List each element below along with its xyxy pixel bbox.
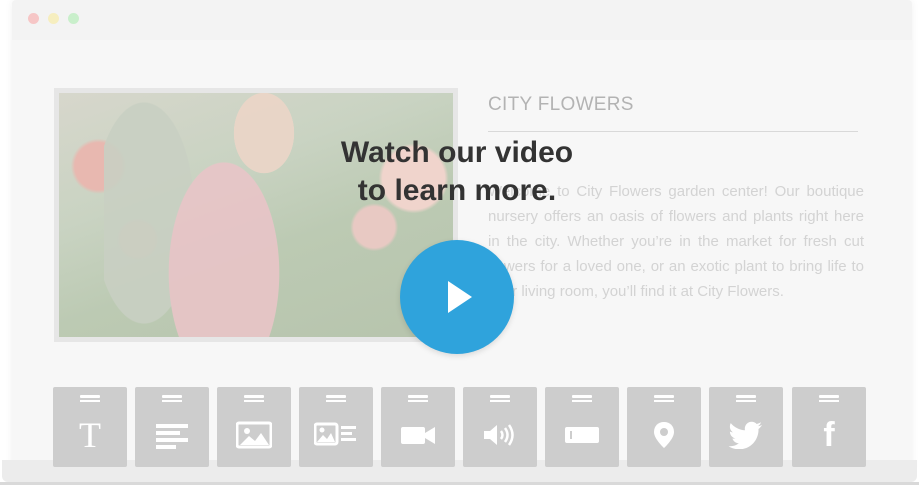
play-icon bbox=[448, 281, 472, 313]
content-title: CITY FLOWERS bbox=[488, 94, 634, 115]
audio-tile[interactable] bbox=[463, 387, 537, 467]
title-bar bbox=[12, 0, 912, 40]
video-tile[interactable] bbox=[381, 387, 455, 467]
tile-grip[interactable] bbox=[408, 395, 428, 402]
twitter-tile[interactable] bbox=[709, 387, 783, 467]
element-toolbar: T f bbox=[53, 387, 866, 467]
minimize-dot[interactable] bbox=[48, 13, 59, 24]
gardener-figures bbox=[104, 93, 324, 337]
button-icon bbox=[565, 427, 599, 443]
image-tile[interactable] bbox=[217, 387, 291, 467]
paragraph-tile[interactable] bbox=[135, 387, 209, 467]
image-text-tile[interactable] bbox=[299, 387, 373, 467]
button-tile[interactable] bbox=[545, 387, 619, 467]
map-pin-icon bbox=[654, 422, 674, 448]
play-video-button[interactable] bbox=[400, 240, 514, 354]
facebook-icon: f bbox=[823, 416, 835, 454]
base-lip bbox=[0, 482, 919, 485]
headline-line-1: Watch our video bbox=[340, 136, 574, 169]
tile-grip[interactable] bbox=[654, 395, 674, 402]
video-headline: Watch our video to learn more. bbox=[300, 134, 614, 210]
text-icon: T bbox=[79, 415, 101, 455]
map-tile[interactable] bbox=[627, 387, 701, 467]
tile-grip[interactable] bbox=[572, 395, 592, 402]
tile-grip[interactable] bbox=[80, 395, 100, 402]
hero-photo-frame bbox=[54, 88, 458, 342]
audio-icon bbox=[484, 424, 514, 446]
tile-grip[interactable] bbox=[819, 395, 839, 402]
close-dot[interactable] bbox=[28, 13, 39, 24]
tile-grip[interactable] bbox=[736, 395, 756, 402]
image-icon bbox=[236, 421, 272, 449]
hero-photo bbox=[59, 93, 453, 337]
tile-grip[interactable] bbox=[490, 395, 510, 402]
title-divider bbox=[488, 131, 858, 132]
facebook-tile[interactable]: f bbox=[792, 387, 866, 467]
image-text-icon bbox=[314, 422, 356, 446]
text-tile[interactable]: T bbox=[53, 387, 127, 467]
twitter-icon bbox=[728, 421, 762, 449]
maximize-dot[interactable] bbox=[68, 13, 79, 24]
headline-line-2: to learn more. bbox=[357, 174, 557, 207]
tile-grip[interactable] bbox=[162, 395, 182, 402]
paragraph-icon bbox=[156, 424, 188, 449]
tile-grip[interactable] bbox=[244, 395, 264, 402]
video-icon bbox=[401, 427, 435, 444]
tile-grip[interactable] bbox=[326, 395, 346, 402]
